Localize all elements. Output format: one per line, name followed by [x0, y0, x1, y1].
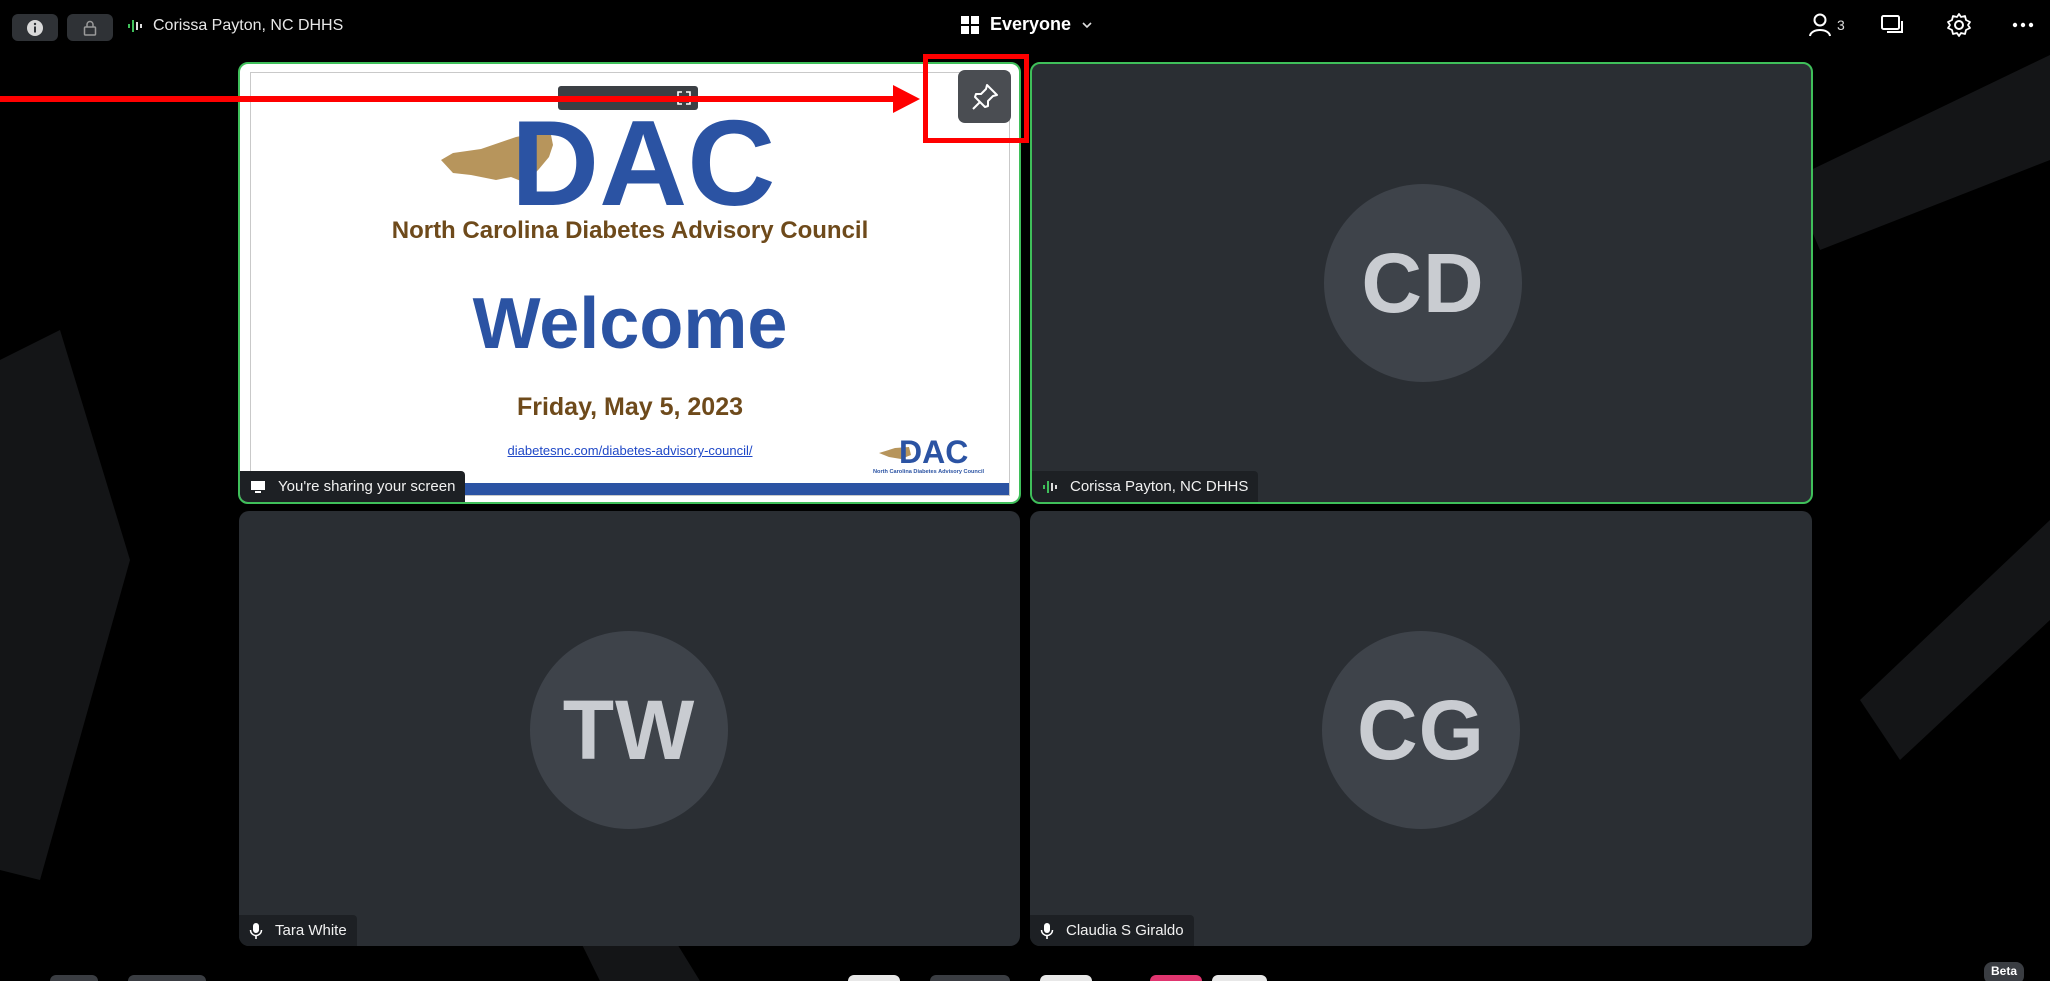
control-stub[interactable] — [1040, 975, 1092, 981]
avatar: CG — [1322, 631, 1520, 829]
view-label: Everyone — [990, 14, 1072, 34]
participant-name-tag: Tara White — [239, 915, 357, 946]
annotation-highlight-box — [923, 54, 1029, 143]
participants-button[interactable]: 3 — [1808, 12, 1845, 38]
screen-share-tile[interactable]: DAC North Carolina Diabetes Advisory Cou… — [238, 62, 1021, 504]
active-speaker-indicator: Corissa Payton, NC DHHS — [127, 17, 343, 35]
meeting-window: Corissa Payton, NC DHHS Everyone 3 DAC N… — [0, 0, 2050, 981]
person-icon — [1809, 13, 1831, 37]
control-stub[interactable] — [50, 975, 98, 981]
participant-tile-claudia[interactable]: CG Claudia S Giraldo — [1030, 511, 1812, 946]
participant-name-tag: Corissa Payton, NC DHHS — [1032, 471, 1259, 502]
participant-name-tag: Claudia S Giraldo — [1030, 915, 1194, 946]
participant-name: Tara White — [275, 922, 347, 939]
chevron-down-icon — [1082, 21, 1092, 28]
control-stub[interactable] — [128, 975, 206, 981]
shared-slide: DAC North Carolina Diabetes Advisory Cou… — [250, 72, 1010, 496]
active-speaker-name: Corissa Payton, NC DHHS — [153, 17, 344, 34]
audio-wave-icon — [1043, 480, 1057, 493]
grid-icon — [961, 15, 979, 34]
council-name: North Carolina Diabetes Advisory Council — [391, 217, 869, 244]
fullscreen-icon — [677, 91, 691, 105]
participant-name: Claudia S Giraldo — [1066, 922, 1184, 939]
beta-badge: Beta — [1984, 962, 2024, 981]
participant-tile-tara[interactable]: TW Tara White — [239, 511, 1020, 946]
mini-dac-logo: DAC North Carolina Diabetes Advisory Cou… — [873, 434, 985, 475]
control-stub[interactable] — [1212, 975, 1267, 981]
screen-share-icon — [251, 480, 265, 493]
more-button[interactable] — [2010, 14, 2036, 36]
gear-icon — [1947, 13, 1971, 37]
info-icon — [27, 19, 43, 36]
microphone-icon — [1040, 922, 1054, 939]
participant-count: 3 — [1837, 17, 1845, 33]
slide-title: Welcome — [472, 284, 788, 364]
control-stub[interactable] — [848, 975, 900, 981]
avatar: CD — [1324, 184, 1522, 382]
settings-button[interactable] — [1946, 12, 1972, 38]
participant-name: Corissa Payton, NC DHHS — [1070, 478, 1249, 495]
more-icon — [2012, 22, 2034, 28]
top-bar: Corissa Payton, NC DHHS Everyone 3 — [0, 0, 2050, 54]
mini-logo-caption: North Carolina Diabetes Advisory Council — [873, 469, 985, 475]
participant-tile-corissa[interactable]: CD Corissa Payton, NC DHHS — [1030, 62, 1813, 504]
lock-icon — [83, 20, 97, 36]
logo-text: DAC — [511, 105, 775, 215]
audio-wave-icon — [128, 20, 142, 32]
fullscreen-toggle[interactable] — [558, 86, 698, 110]
leave-button-stub[interactable] — [1150, 975, 1202, 981]
screen-share-label: You're sharing your screen — [278, 478, 456, 495]
slide-date: Friday, May 5, 2023 — [516, 393, 744, 421]
control-stub[interactable] — [930, 975, 1010, 981]
info-button[interactable] — [12, 14, 58, 41]
mini-logo-text: DAC — [899, 434, 968, 470]
view-selector[interactable]: Everyone — [960, 14, 1093, 35]
chat-icon — [1881, 15, 1903, 33]
dac-logo: DAC — [441, 105, 775, 215]
avatar: TW — [530, 631, 728, 829]
chat-button[interactable] — [1880, 12, 1906, 38]
lock-button[interactable] — [67, 14, 113, 41]
microphone-icon — [249, 922, 263, 939]
screen-share-name-tag: You're sharing your screen — [240, 471, 466, 502]
